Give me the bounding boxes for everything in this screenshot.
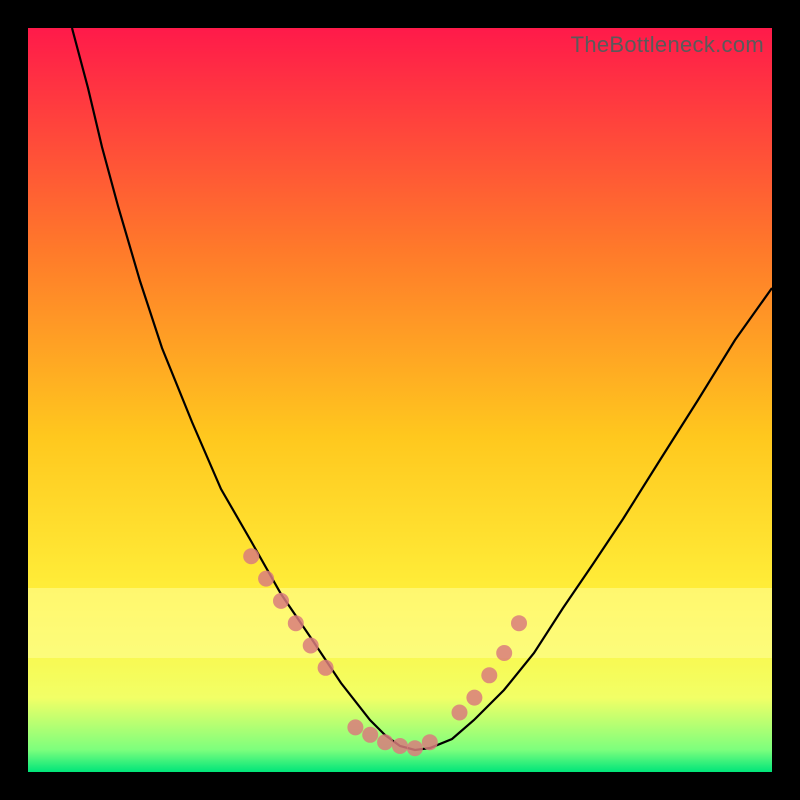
data-marker <box>303 638 319 654</box>
highlight-band <box>28 588 772 658</box>
data-marker <box>452 705 468 721</box>
data-marker <box>347 719 363 735</box>
data-marker <box>362 727 378 743</box>
data-marker <box>496 645 512 661</box>
chart-svg <box>28 28 772 772</box>
data-marker <box>243 548 259 564</box>
gradient-background <box>28 28 772 772</box>
chart-plot-area: TheBottleneck.com <box>28 28 772 772</box>
chart-frame: TheBottleneck.com <box>0 0 800 800</box>
data-marker <box>407 740 423 756</box>
data-marker <box>481 667 497 683</box>
data-marker <box>288 615 304 631</box>
data-marker <box>377 734 393 750</box>
data-marker <box>511 615 527 631</box>
data-marker <box>422 734 438 750</box>
data-marker <box>392 738 408 754</box>
data-marker <box>466 690 482 706</box>
data-marker <box>258 571 274 587</box>
data-marker <box>318 660 334 676</box>
data-marker <box>273 593 289 609</box>
